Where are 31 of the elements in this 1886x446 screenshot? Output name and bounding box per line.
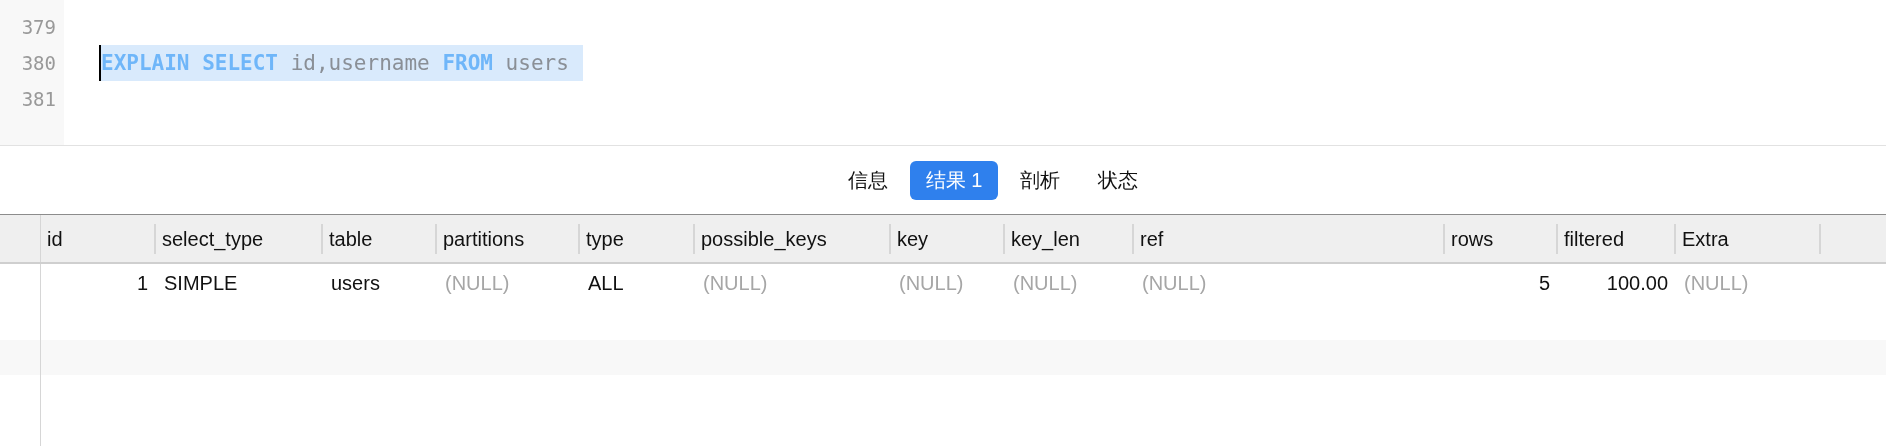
table-cell-text: (NULL): [444, 271, 511, 295]
column-header[interactable]: key: [891, 223, 1005, 254]
column-header[interactable]: filtered: [1558, 223, 1676, 254]
table-cell-text: users: [330, 271, 381, 295]
line-number: 379: [20, 15, 57, 40]
column-header[interactable]: table: [323, 223, 437, 254]
result-tab[interactable]: 状态: [1082, 160, 1155, 200]
column-header[interactable]: key_len: [1005, 223, 1134, 254]
column-header[interactable]: ref: [1134, 223, 1445, 254]
column-header[interactable]: rows: [1445, 223, 1558, 254]
column-header[interactable]: select_type: [156, 223, 323, 254]
line-number: 381: [20, 87, 57, 112]
table-cell-text: (NULL): [1012, 271, 1079, 295]
table-cell-text: 5: [1537, 271, 1551, 295]
result-tab[interactable]: 剖析: [1004, 160, 1077, 200]
table-cell-text: (NULL): [898, 271, 965, 295]
table-cell-text: 100.00: [1605, 271, 1669, 295]
table-cell-text: 1: [135, 271, 149, 295]
result-tab[interactable]: 信息: [831, 160, 904, 200]
table-cell-text: ALL: [587, 271, 625, 295]
table-cell-text: SIMPLE: [163, 271, 239, 295]
line-number: 380: [20, 51, 57, 76]
column-header[interactable]: possible_keys: [695, 223, 891, 254]
column-header[interactable]: partitions: [437, 223, 580, 254]
table-cell-text: (NULL): [1141, 271, 1208, 295]
result-tab[interactable]: 结果 1: [909, 160, 999, 200]
column-header[interactable]: type: [580, 223, 695, 254]
table-cell-text: (NULL): [1683, 271, 1750, 295]
column-header[interactable]: Extra: [1676, 223, 1821, 254]
column-header[interactable]: id: [41, 223, 156, 254]
table-cell-text: (NULL): [702, 271, 769, 295]
